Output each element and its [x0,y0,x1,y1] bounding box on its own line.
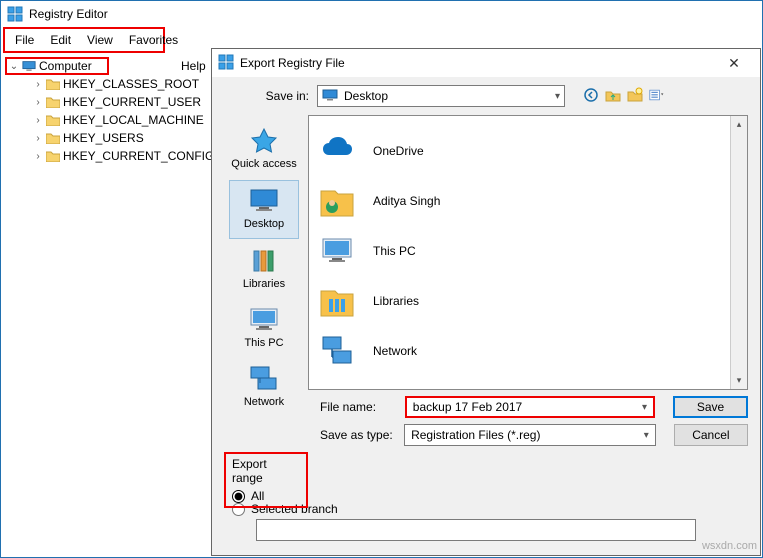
regedit-icon [7,6,23,22]
file-name-label: File name: [320,400,397,414]
list-item-label: Libraries [373,294,419,308]
window-title: Registry Editor [29,7,108,21]
menu-help[interactable]: Help [173,57,214,75]
tree-item-label: HKEY_CURRENT_CONFIG [63,149,214,163]
folder-icon [46,150,60,162]
menu-favorites[interactable]: Favorites [121,31,186,49]
radio-all-label: All [251,489,264,503]
folder-icon [46,114,60,126]
dialog-title: Export Registry File [240,56,714,70]
chevron-down-icon: ▾ [642,402,647,413]
save-in-value: Desktop [344,89,388,103]
desktop-icon [322,89,338,104]
tree-item-label: HKEY_CLASSES_ROOT [63,77,199,91]
sidebar-this-pc[interactable]: This PC [229,300,299,357]
tree-item-label: HKEY_LOCAL_MACHINE [63,113,204,127]
export-range-group: Export range All Selected branch [224,452,748,547]
list-item-network[interactable]: Network [319,326,720,376]
list-item-onedrive[interactable]: OneDrive [319,126,720,176]
sidebar-libraries[interactable]: Libraries [229,241,299,298]
titlebar: Registry Editor [1,1,762,27]
tree-item-label: HKEY_USERS [63,131,144,145]
menu-view[interactable]: View [79,31,121,49]
sidebar-quick-access[interactable]: Quick access [229,121,299,178]
sidebar-item-label: Libraries [243,278,285,290]
sidebar-item-label: Quick access [231,158,296,170]
places-sidebar: Quick access Desktop Libraries This PC N… [224,115,304,390]
chevron-right-icon[interactable]: › [33,115,43,126]
list-item-partial[interactable] [319,376,720,389]
sidebar-item-label: Desktop [244,218,284,230]
list-item-label: Aditya Singh [373,194,440,208]
file-name-combo[interactable]: backup 17 Feb 2017 ▾ [405,396,655,418]
list-item-label: OneDrive [373,144,424,158]
menu-file[interactable]: File [7,31,42,49]
chevron-right-icon[interactable]: › [33,97,43,108]
tree-item-label: Computer [39,59,92,73]
file-list[interactable]: OneDrive Aditya Singh This PC Libraries [308,115,748,390]
list-item-this-pc[interactable]: This PC [319,226,720,276]
radio-selected-branch[interactable]: Selected branch [232,502,740,516]
file-name-value: backup 17 Feb 2017 [413,400,522,414]
folder-icon [46,78,60,90]
back-icon[interactable] [583,87,599,106]
close-button[interactable]: ✕ [714,50,754,76]
caret-down-icon[interactable]: ⌄ [9,61,19,72]
chevron-down-icon: ▾ [555,91,560,102]
radio-all[interactable]: All [232,489,300,503]
sidebar-desktop[interactable]: Desktop [229,180,299,239]
radio-all-input[interactable] [232,490,245,503]
dialog-titlebar: Export Registry File ✕ [212,49,760,77]
chevron-right-icon[interactable]: › [33,133,43,144]
folder-icon [46,96,60,108]
chevron-down-icon: ▾ [644,430,649,441]
save-button[interactable]: Save [673,396,748,418]
new-folder-icon[interactable] [627,87,643,106]
chevron-right-icon[interactable]: › [33,151,43,162]
computer-icon [22,60,36,72]
scroll-down-icon[interactable]: ▾ [731,372,747,389]
scrollbar[interactable]: ▴ ▾ [730,116,747,389]
sidebar-item-label: This PC [244,337,283,349]
scroll-up-icon[interactable]: ▴ [731,116,747,133]
list-item-label: This PC [373,244,416,258]
cancel-button[interactable]: Cancel [674,424,748,446]
list-item-user[interactable]: Aditya Singh [319,176,720,226]
tree-root-computer[interactable]: ⌄ Computer [5,57,109,75]
export-range-label: Export range [232,457,300,485]
tree-item-label: HKEY_CURRENT_USER [63,95,201,109]
chevron-right-icon[interactable]: › [33,79,43,90]
save-as-type-label: Save as type: [320,428,396,442]
menubar: File Edit View Favorites [3,27,165,53]
save-in-label: Save in: [224,89,309,103]
export-registry-file-dialog: Export Registry File ✕ Save in: Desktop … [211,48,761,556]
regedit-icon [218,54,234,73]
menu-edit[interactable]: Edit [42,31,79,49]
list-item-label: Network [373,344,417,358]
list-item-libraries[interactable]: Libraries [319,276,720,326]
save-as-type-combo[interactable]: Registration Files (*.reg) ▾ [404,424,656,446]
watermark: wsxdn.com [702,540,757,552]
save-in-combo[interactable]: Desktop ▾ [317,85,565,107]
folder-icon [46,132,60,144]
save-as-type-value: Registration Files (*.reg) [411,428,540,442]
up-one-level-icon[interactable] [605,87,621,106]
view-menu-icon[interactable] [649,87,665,106]
selected-branch-input[interactable] [256,519,696,541]
